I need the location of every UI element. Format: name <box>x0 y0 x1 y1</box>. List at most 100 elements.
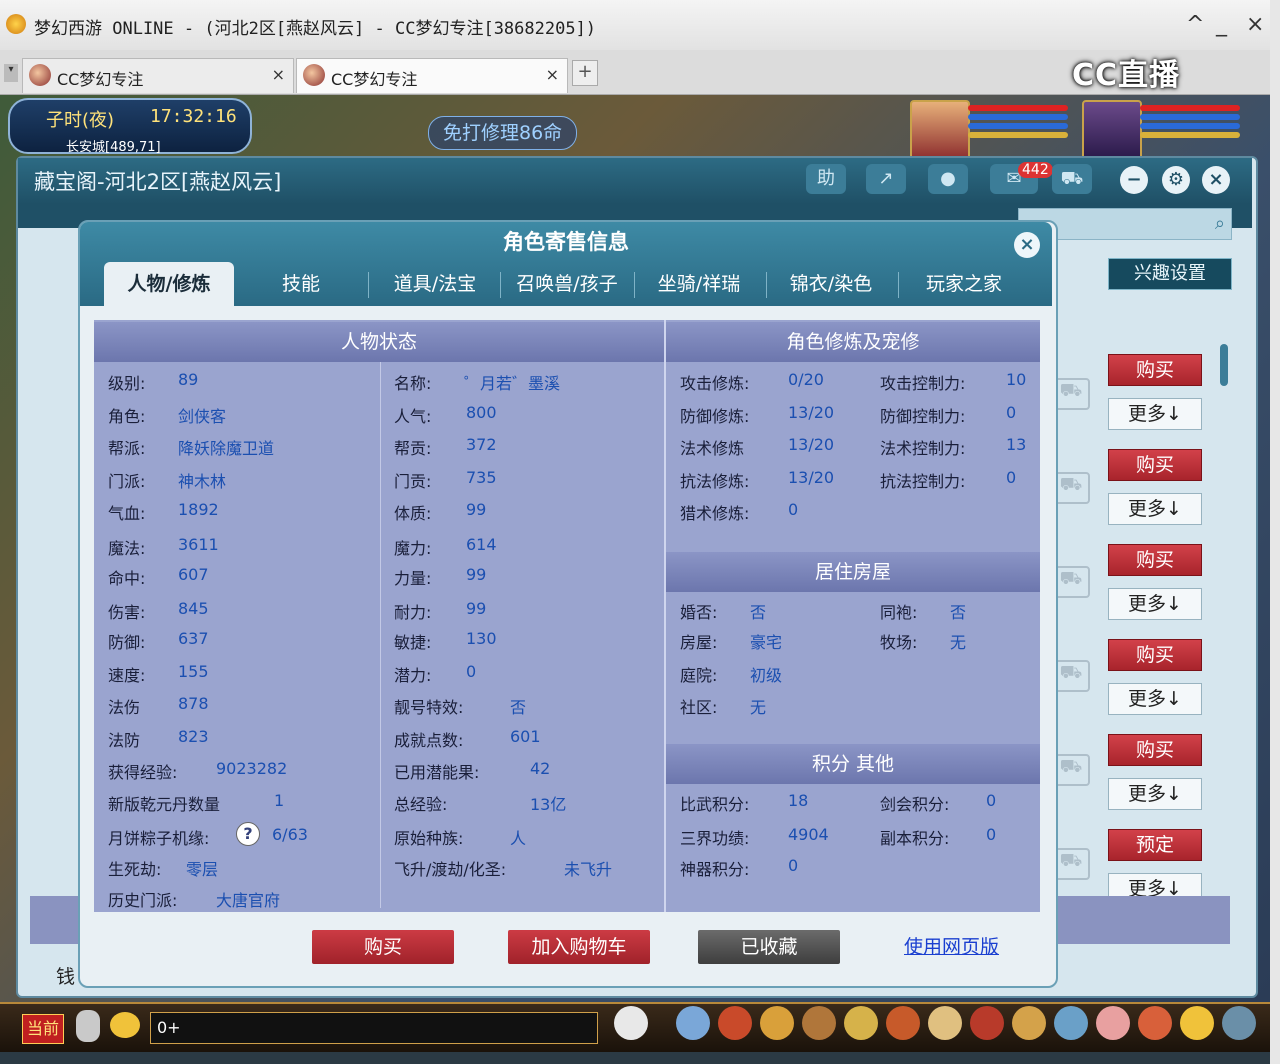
pet-portrait[interactable] <box>1082 100 1142 160</box>
tab-items-treasures[interactable]: 道具/法宝 <box>374 262 496 306</box>
section-divider <box>664 320 666 912</box>
tab-skills[interactable]: 技能 <box>240 262 362 306</box>
list-reserve-button[interactable]: 预定 <box>1108 829 1202 861</box>
microphone-icon[interactable] <box>76 1010 100 1042</box>
scroll-icon[interactable] <box>928 1006 962 1040</box>
minimize-circle-icon[interactable]: − <box>1120 166 1148 194</box>
list-scrollbar[interactable] <box>1220 344 1228 386</box>
field-label: 攻击修炼: <box>680 374 750 393</box>
field-label: 法术控制力: <box>880 439 966 458</box>
peach-icon[interactable] <box>1096 1006 1130 1040</box>
list-more-button[interactable]: 更多↓ <box>1108 398 1202 430</box>
player-portrait[interactable] <box>910 100 970 160</box>
emoji-icon[interactable] <box>110 1012 140 1038</box>
game-logo-icon <box>6 14 26 34</box>
help-button[interactable]: 助 <box>806 164 846 194</box>
system-icon[interactable] <box>1222 1006 1256 1040</box>
field-value: 6/63 <box>272 825 308 844</box>
chat-input[interactable]: 0+ <box>150 1012 598 1044</box>
minimize-button[interactable]: _ <box>1216 12 1227 37</box>
guild-icon[interactable] <box>886 1006 920 1040</box>
field-value: 601 <box>510 727 541 746</box>
field-label: 婚否: <box>680 603 718 622</box>
time-period: 子时(夜) <box>46 110 115 131</box>
handshake-icon[interactable] <box>1138 1006 1172 1040</box>
pet-menu-icon[interactable] <box>802 1006 836 1040</box>
field-label: 社区: <box>680 698 718 717</box>
add-to-cart-button[interactable]: 加入购物车 <box>508 930 650 964</box>
list-buy-button[interactable]: 购买 <box>1108 734 1202 766</box>
search-icon[interactable]: ⌕ <box>1215 213 1225 234</box>
tab-2[interactable]: CC梦幻专注 × <box>296 58 568 93</box>
item-icon[interactable] <box>718 1006 752 1040</box>
field-label: 魔法: <box>108 539 146 558</box>
field-label: 三界功绩: <box>680 829 750 848</box>
list-buy-button[interactable]: 购买 <box>1108 544 1202 576</box>
trade-icon[interactable] <box>1012 1006 1046 1040</box>
interest-settings-button[interactable]: 兴趣设置 <box>1108 258 1232 290</box>
settings-gear-icon[interactable]: ⚙ <box>1162 166 1190 194</box>
favorited-button[interactable]: 已收藏 <box>698 930 840 964</box>
field-value: 10 <box>1006 370 1027 389</box>
field-label: 原始种族: <box>394 829 464 848</box>
field-value: 未飞升 <box>564 860 613 879</box>
field-value: 42 <box>530 759 551 778</box>
tab-summons-children[interactable]: 召唤兽/孩子 <box>504 262 630 306</box>
tab-separator <box>898 272 899 298</box>
list-more-button[interactable]: 更多↓ <box>1108 683 1202 715</box>
team-icon[interactable] <box>760 1006 794 1040</box>
help-question-icon[interactable]: ? <box>236 822 260 846</box>
restore-button[interactable]: ^ <box>1186 12 1204 37</box>
tab-1[interactable]: CC梦幻专注 × <box>22 58 294 93</box>
close-window-button[interactable]: × <box>1246 12 1264 37</box>
field-value: 1 <box>274 791 285 810</box>
list-more-button[interactable]: 更多↓ <box>1108 778 1202 810</box>
field-label: 角色: <box>108 407 146 426</box>
field-label: 法防 <box>108 731 141 750</box>
field-label: 抗法修炼: <box>680 472 750 491</box>
field-value: 823 <box>178 727 209 746</box>
record-icon[interactable]: ● <box>928 164 968 194</box>
tab-dropdown-icon[interactable]: ▾ <box>4 64 18 82</box>
tab-character-cultivation[interactable]: 人物/修炼 <box>104 262 234 306</box>
list-buy-button[interactable]: 购买 <box>1108 354 1202 386</box>
share-icon[interactable]: ↗ <box>866 164 906 194</box>
close-circle-icon[interactable]: × <box>1202 166 1230 194</box>
field-label: 法伤 <box>108 698 141 717</box>
tab-outfits-dye[interactable]: 锦衣/染色 <box>770 262 892 306</box>
list-buy-button[interactable]: 购买 <box>1108 449 1202 481</box>
list-more-button[interactable]: 更多↓ <box>1108 588 1202 620</box>
tab-player-home[interactable]: 玩家之家 <box>902 262 1026 306</box>
field-value: 3611 <box>178 535 219 554</box>
friends-icon[interactable] <box>970 1006 1004 1040</box>
cc-live-watermark: CC直播 <box>1072 58 1181 93</box>
section-housing: 居住房屋 <box>666 552 1040 592</box>
tab-mounts[interactable]: 坐骑/祥瑞 <box>638 262 760 306</box>
window-title: 梦幻西游 ONLINE - (河北2区[燕赵风云] - CC梦幻专注[38682… <box>34 19 597 39</box>
list-buy-button[interactable]: 购买 <box>1108 639 1202 671</box>
dialog-close-icon[interactable]: × <box>1014 232 1040 258</box>
field-label: 月饼粽子机缘: <box>108 829 210 848</box>
field-value: 89 <box>178 370 199 389</box>
pet-icon[interactable] <box>614 1006 648 1040</box>
map-icon[interactable] <box>1054 1006 1088 1040</box>
field-label: 获得经验: <box>108 763 178 782</box>
list-more-button[interactable]: 更多↓ <box>1108 493 1202 525</box>
field-value: 155 <box>178 662 209 681</box>
field-value: 1892 <box>178 500 219 519</box>
field-label: 总经验: <box>394 795 448 814</box>
field-label: 攻击控制力: <box>880 374 966 393</box>
new-tab-button[interactable]: + <box>572 60 598 86</box>
field-label: 副本积分: <box>880 829 950 848</box>
attack-icon[interactable] <box>676 1006 710 1040</box>
chat-channel-button[interactable]: 当前 <box>22 1014 64 1044</box>
shopping-cart-icon[interactable]: ⛟ <box>1052 164 1092 194</box>
web-version-link[interactable]: 使用网页版 <box>904 932 999 959</box>
scrolling-announcement: 免打修理86命 <box>428 116 578 150</box>
smile-icon[interactable] <box>1180 1006 1214 1040</box>
buy-button[interactable]: 购买 <box>312 930 454 964</box>
field-value: 豪宅 <box>750 633 783 652</box>
quest-icon[interactable] <box>844 1006 878 1040</box>
tab-2-close-icon[interactable]: × <box>546 65 559 84</box>
tab-1-close-icon[interactable]: × <box>272 65 285 84</box>
